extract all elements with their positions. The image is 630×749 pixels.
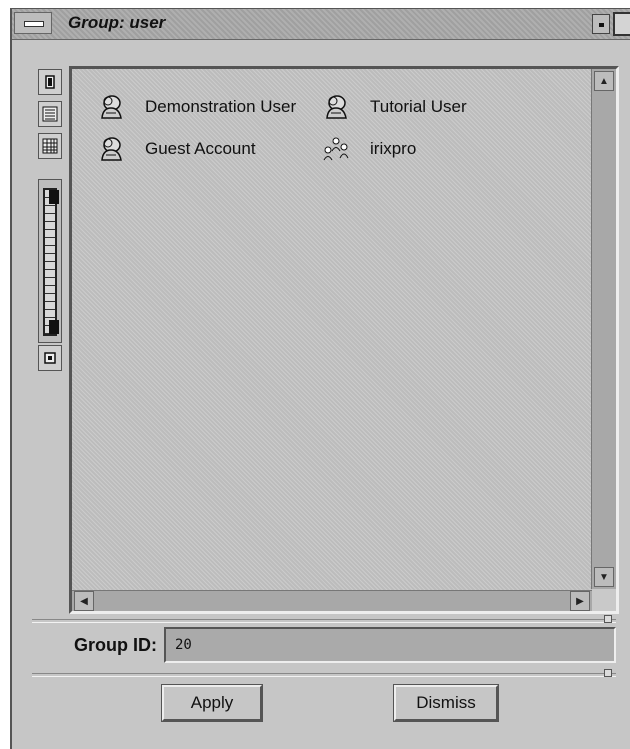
vertical-scrollbar[interactable]: ▲ ▼ [591,69,616,589]
scroll-left-button[interactable]: ◀ [74,591,94,611]
list-view-button[interactable] [38,101,62,127]
icon-item-tutorial-user[interactable]: Tutorial User [322,93,467,121]
icon-view[interactable]: Demonstration User Tutorial User Guest A… [72,69,590,589]
square-dot-icon [44,352,56,364]
apply-button[interactable]: Apply [161,684,263,722]
arrow-right-icon: ▶ [576,595,584,607]
minimize-button[interactable] [592,14,610,34]
view-toggle-icon [45,75,55,89]
group-id-label: Group ID: [74,635,157,655]
separator [32,673,616,677]
arrow-up-icon: ▲ [599,75,609,87]
pane-sash[interactable] [604,615,612,623]
icon-item-irixpro[interactable]: irixpro [322,135,416,163]
scroll-down-button[interactable]: ▼ [594,567,614,587]
list-view-icon [42,106,58,122]
user-icon [101,137,122,161]
window-menu-button[interactable] [14,12,52,34]
zoom-slider-top-knob[interactable] [49,190,59,204]
icon-label: Tutorial User [370,97,467,116]
grid-view-button[interactable] [38,133,62,159]
view-icon-button[interactable] [38,69,62,95]
scroll-up-button[interactable]: ▲ [594,71,614,91]
scroll-corner [592,589,616,611]
zoom-slider-track[interactable] [38,179,62,343]
grid-view-icon [42,138,58,154]
icon-item-guest-account[interactable]: Guest Account [97,135,256,163]
icon-item-demonstration-user[interactable]: Demonstration User [97,93,296,121]
pane-sash[interactable] [604,669,612,677]
icon-label: Guest Account [145,139,256,158]
zoom-slider[interactable] [43,188,59,336]
group-window: Group: user Demonstration User Tutorial … [10,8,630,749]
scroll-right-button[interactable]: ▶ [570,591,590,611]
arrow-left-icon: ◀ [80,595,88,607]
window-title: Group: user [68,13,166,32]
horizontal-scrollbar[interactable]: ◀ ▶ [72,590,592,611]
group-people-icon [323,137,349,161]
user-icon [101,95,122,119]
title-bar[interactable]: Group: user [12,9,630,40]
user-icon [326,95,347,119]
icon-label: irixpro [370,139,417,158]
zoom-reset-button[interactable] [38,345,62,371]
zoom-slider-bottom-knob[interactable] [49,320,59,334]
dismiss-button[interactable]: Dismiss [393,684,499,722]
separator [32,619,616,623]
arrow-down-icon: ▼ [599,571,609,583]
maximize-button[interactable] [613,12,630,36]
icon-view-panel: Demonstration User Tutorial User Guest A… [69,66,619,614]
group-id-field[interactable]: 20 [164,627,616,663]
icon-label: Demonstration User [145,97,297,116]
